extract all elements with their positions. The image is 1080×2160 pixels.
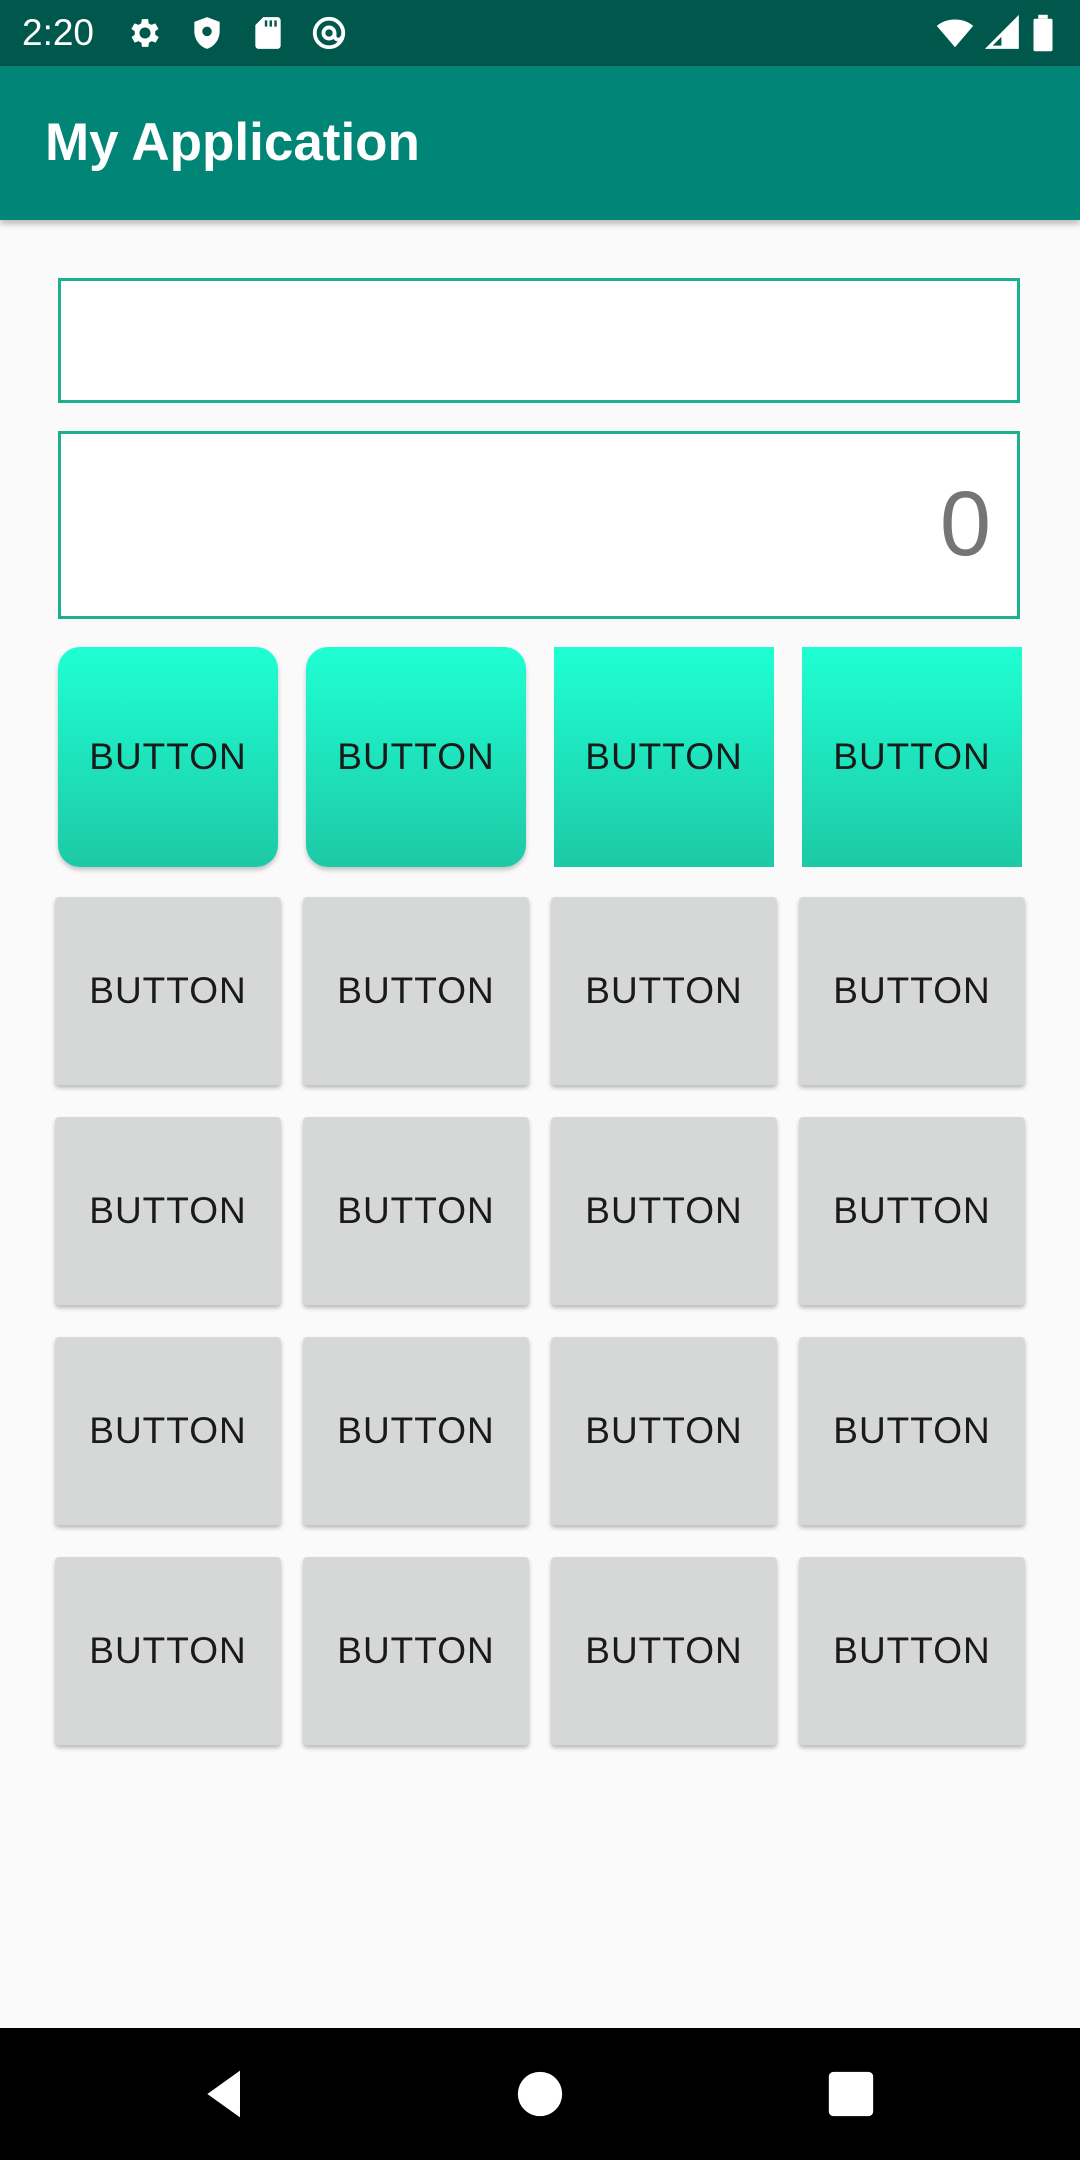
- signal-icon: [984, 14, 1022, 52]
- app-title: My Application: [45, 113, 420, 172]
- grid-button-r2c2[interactable]: BUTTON: [303, 1117, 529, 1305]
- status-time: 2:20: [22, 12, 95, 53]
- battery-icon: [1028, 14, 1058, 52]
- home-icon[interactable]: [512, 2066, 568, 2122]
- grid-button-r3c2[interactable]: BUTTON: [303, 1337, 529, 1525]
- wifi-icon: [936, 14, 974, 52]
- navigation-bar: [0, 2028, 1080, 2160]
- grid-button-r3c4[interactable]: BUTTON: [799, 1337, 1025, 1525]
- accent-button-4[interactable]: BUTTON: [802, 647, 1022, 867]
- grid-button-r4c4[interactable]: BUTTON: [799, 1557, 1025, 1745]
- result-field[interactable]: 0: [58, 431, 1020, 619]
- grid-button-r3c1[interactable]: BUTTON: [55, 1337, 281, 1525]
- status-bar: 2:20: [0, 0, 1080, 66]
- expression-field[interactable]: [58, 278, 1020, 403]
- gear-icon: [126, 14, 164, 52]
- recents-icon[interactable]: [823, 2066, 879, 2122]
- grid-button-r4c1[interactable]: BUTTON: [55, 1557, 281, 1745]
- grid-button-r4c2[interactable]: BUTTON: [303, 1557, 529, 1745]
- accent-button-2[interactable]: BUTTON: [306, 647, 526, 867]
- grid-button-r2c4[interactable]: BUTTON: [799, 1117, 1025, 1305]
- accent-button-1[interactable]: BUTTON: [58, 647, 278, 867]
- grid-button-r2c3[interactable]: BUTTON: [551, 1117, 777, 1305]
- back-icon[interactable]: [198, 2066, 254, 2122]
- grid-button-r4c3[interactable]: BUTTON: [551, 1557, 777, 1745]
- at-sign-icon: [310, 14, 348, 52]
- grid-button-r2c1[interactable]: BUTTON: [55, 1117, 281, 1305]
- grid-button-r1c2[interactable]: BUTTON: [303, 897, 529, 1085]
- grid-button-r3c3[interactable]: BUTTON: [551, 1337, 777, 1525]
- sd-card-icon: [249, 14, 287, 52]
- grid-button-r1c4[interactable]: BUTTON: [799, 897, 1025, 1085]
- result-text: 0: [939, 473, 991, 575]
- grid-button-r1c3[interactable]: BUTTON: [551, 897, 777, 1085]
- app-bar: My Application: [0, 66, 1080, 220]
- grid-button-r1c1[interactable]: BUTTON: [55, 897, 281, 1085]
- shield-icon: [188, 14, 226, 52]
- accent-button-3[interactable]: BUTTON: [554, 647, 774, 867]
